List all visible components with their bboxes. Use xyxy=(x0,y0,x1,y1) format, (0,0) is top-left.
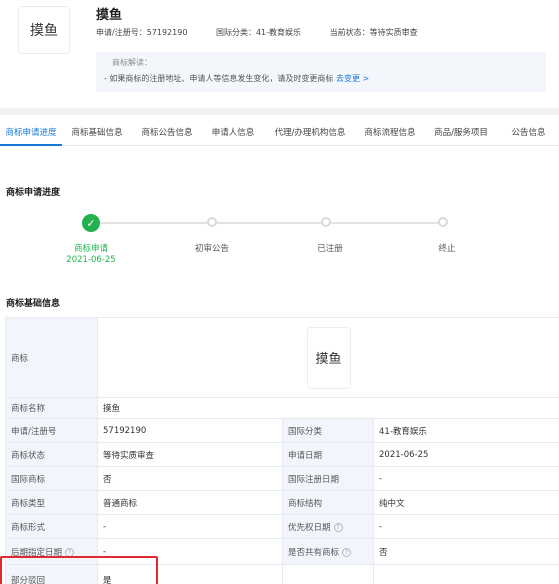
table-value: 等待实质审查 xyxy=(97,442,283,467)
table-label: 商标名称 xyxy=(5,397,98,419)
trademark-image: 摸鱼 xyxy=(306,326,351,389)
step-pending-dot xyxy=(438,217,448,227)
trademark-name: 摸鱼 xyxy=(96,8,123,23)
table-value: 是 xyxy=(97,564,283,584)
table-label: 申请/注册号 xyxy=(5,418,98,443)
tab-agency-info[interactable]: 代理/办理机构信息 xyxy=(264,118,356,146)
basic-info-table: 商标 摸鱼 商标名称 摸鱼 申请/注册号 57192190 国际分类 41-教育… xyxy=(5,317,559,584)
interpretation-box: 商标解读： - 如果商标的注册地址、申请人等信息发生变化，请及时变更商标 去变更… xyxy=(96,52,546,92)
help-circle-icon[interactable]: ? xyxy=(65,547,75,557)
table-row: 商标名称 摸鱼 xyxy=(5,397,559,419)
change-link[interactable]: 去变更 > xyxy=(336,74,369,83)
tab-process-info[interactable]: 商标流程信息 xyxy=(356,118,424,146)
trademark-meta: 申请/注册号：57192190 国际分类：41-教育娱乐 当前状态：等待实质审查 xyxy=(96,27,418,38)
table-value: 否 xyxy=(372,538,559,565)
table-empty-cell xyxy=(282,564,374,584)
step-label: 终止 xyxy=(438,244,456,254)
step-pending-dot xyxy=(207,217,217,227)
tab-goods-services[interactable]: 商品/服务项目 xyxy=(424,118,498,146)
table-value: - xyxy=(97,538,283,565)
table-row: 商标形式 - 优先权日期? - xyxy=(5,514,559,539)
table-row: 后期指定日期? - 是否共有商标? 否 xyxy=(5,538,559,565)
tab-applicant-info[interactable]: 申请人信息 xyxy=(202,118,264,146)
check-icon: ✓ xyxy=(86,216,96,230)
table-label: 申请日期 xyxy=(282,442,374,467)
table-value: - xyxy=(97,514,283,539)
interpretation-message: - 如果商标的注册地址、申请人等信息发生变化，请及时变更商标 xyxy=(104,74,334,83)
table-value: 普通商标 xyxy=(97,490,283,515)
divider-band xyxy=(0,108,559,115)
table-row: 商标状态 等待实质审查 申请日期 2021-06-25 xyxy=(5,442,559,467)
table-value: 摸鱼 xyxy=(96,397,559,419)
help-circle-icon[interactable]: ? xyxy=(342,547,352,557)
table-value: 2021-06-25 xyxy=(372,442,559,467)
step-date: 2021-06-25 xyxy=(66,255,116,265)
tab-notice-info[interactable]: 公告信息 xyxy=(498,118,559,146)
tab-application-progress[interactable]: 商标申请进度 xyxy=(0,118,62,146)
table-label: 后期指定日期? xyxy=(5,538,98,565)
current-status: 当前状态：等待实质审查 xyxy=(329,28,418,37)
table-label: 商标形式 xyxy=(5,514,98,539)
table-label: 商标状态 xyxy=(5,442,98,467)
table-empty-cell xyxy=(372,564,559,584)
table-value: 57192190 xyxy=(97,418,283,443)
tab-bar: 商标申请进度 商标基础信息 商标公告信息 申请人信息 代理/办理机构信息 商标流… xyxy=(0,118,559,146)
table-row: 商标 摸鱼 xyxy=(5,317,559,398)
priority-date-label: 优先权日期 xyxy=(288,522,331,533)
table-value: 41-教育娱乐 xyxy=(372,418,559,443)
step-label: 初审公告 xyxy=(194,244,229,254)
intl-class: 国际分类：41-教育娱乐 xyxy=(215,28,302,37)
progress-title: 商标申请进度 xyxy=(6,188,61,198)
table-label: 优先权日期? xyxy=(282,514,374,539)
table-value: 否 xyxy=(97,466,283,491)
table-value: - xyxy=(372,514,559,539)
help-circle-icon[interactable]: ? xyxy=(333,522,343,532)
table-label: 商标结构 xyxy=(282,490,374,515)
co-owned-label: 是否共有商标 xyxy=(288,547,340,558)
trademark-logo: 摸鱼 xyxy=(18,6,70,54)
table-label: 国际商标 xyxy=(5,466,98,491)
interpretation-title: 商标解读： xyxy=(112,58,152,67)
tab-basic-info[interactable]: 商标基础信息 xyxy=(62,118,132,146)
table-label: 是否共有商标? xyxy=(282,538,374,565)
table-label: 部分驳回 xyxy=(5,564,98,584)
interpretation-text: - 如果商标的注册地址、申请人等信息发生变化，请及时变更商标 去变更 > xyxy=(104,73,538,84)
trademark-image-cell: 摸鱼 xyxy=(96,317,559,398)
table-value: - xyxy=(372,466,559,491)
table-label: 国际分类 xyxy=(282,418,374,443)
step-label: 商标申请 xyxy=(73,244,108,254)
table-row: 商标类型 普通商标 商标结构 纯中文 xyxy=(5,490,559,515)
table-label: 国际注册日期 xyxy=(282,466,374,491)
table-row: 部分驳回 是 xyxy=(5,564,559,584)
reg-number: 申请/注册号：57192190 xyxy=(96,28,188,37)
table-row: 申请/注册号 57192190 国际分类 41-教育娱乐 xyxy=(5,418,559,443)
table-label: 商标 xyxy=(5,317,98,398)
table-row: 国际商标 否 国际注册日期 - xyxy=(5,466,559,491)
step-pending-dot xyxy=(321,217,331,227)
progress-track xyxy=(100,222,444,224)
later-designation-label: 后期指定日期 xyxy=(11,547,63,558)
table-label: 商标类型 xyxy=(5,490,98,515)
step-label: 已注册 xyxy=(317,244,343,254)
basic-info-title: 商标基础信息 xyxy=(6,299,61,309)
tab-announcement-info[interactable]: 商标公告信息 xyxy=(132,118,202,146)
table-value: 纯中文 xyxy=(372,490,559,515)
step-complete-indicator: ✓ xyxy=(82,214,100,232)
